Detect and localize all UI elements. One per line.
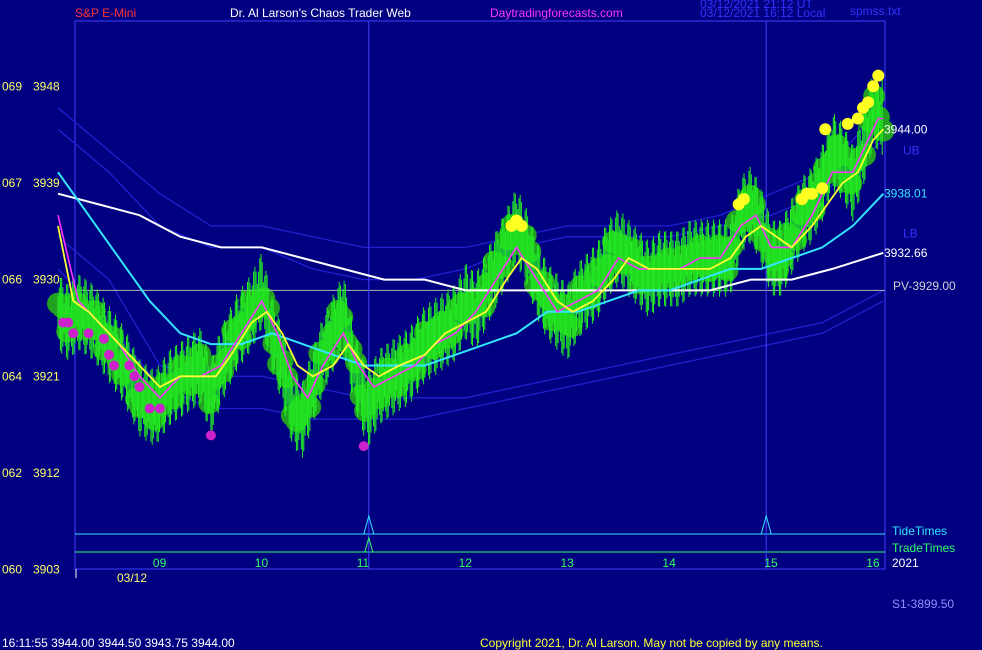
buy-dot — [819, 123, 832, 136]
pivot-label: PV-3929.00 — [893, 279, 956, 293]
file-label: spmss.txt — [850, 4, 901, 18]
y-tick-price: 3939 — [33, 176, 60, 190]
x-tick-label: 09 — [153, 556, 167, 570]
right-value-label: 3938.01 — [884, 187, 928, 201]
buy-dot — [816, 182, 829, 195]
chaos-trader-chart: S&P E-Mini Dr. Al Larson's Chaos Trader … — [0, 0, 982, 650]
sell-dot — [63, 317, 74, 328]
buy-dot — [841, 117, 854, 130]
sell-dot — [134, 382, 145, 392]
buy-dot — [862, 96, 875, 109]
y-tick-left: 062 — [2, 466, 22, 480]
sell-dot — [205, 430, 216, 441]
sell-dot — [129, 371, 140, 382]
y-tick-price: 3921 — [33, 369, 60, 383]
symbol-label: S&P E-Mini — [75, 6, 136, 20]
right-value-label: LB — [903, 226, 918, 240]
y-tick-price: 3948 — [33, 79, 60, 93]
sell-dot — [83, 328, 94, 339]
s1-label: S1-3899.50 — [892, 597, 954, 611]
stamp-local: 03/12/2021 16:12 Local — [700, 6, 825, 20]
right-value-label: 3944.00 — [884, 122, 928, 136]
y-tick-left: 067 — [2, 176, 22, 190]
date-label: 03/12 — [117, 571, 147, 585]
trade-times-label: TradeTimes — [892, 541, 955, 555]
y-tick-price: 3903 — [33, 563, 60, 577]
y-tick-left: 069 — [2, 79, 22, 93]
tide-times-label: TideTimes — [892, 524, 947, 538]
buy-dot — [851, 112, 864, 125]
buy-dot — [806, 187, 819, 200]
y-tick-left: 064 — [2, 369, 22, 383]
x-tick-label: 15 — [764, 556, 778, 570]
copyright-line: Copyright 2021, Dr. Al Larson. May not b… — [480, 636, 823, 650]
buy-dot — [872, 69, 885, 82]
site-label: Daytradingforecasts.com — [490, 6, 623, 20]
x-tick-label: 14 — [662, 556, 676, 570]
y-tick-left: 066 — [2, 273, 22, 287]
x-tick-label: 13 — [561, 556, 575, 570]
chart-title: Dr. Al Larson's Chaos Trader Web — [230, 6, 411, 20]
sell-dot — [124, 360, 135, 371]
sell-dot — [104, 349, 114, 360]
buy-dot — [515, 219, 528, 232]
buy-dot — [867, 80, 880, 93]
year-label: 2021 — [892, 556, 919, 570]
sell-dot — [109, 360, 119, 371]
x-tick-label: 12 — [459, 556, 473, 570]
right-value-label: UB — [903, 144, 920, 158]
sell-dot — [358, 441, 369, 452]
sell-dot — [98, 333, 109, 344]
x-tick-label: 16 — [866, 556, 880, 570]
y-tick-price: 3930 — [33, 273, 60, 287]
right-value-label: 3932.66 — [884, 246, 928, 260]
sell-dot — [144, 403, 155, 414]
sell-dot — [154, 403, 165, 414]
x-tick-label: 11 — [357, 556, 370, 570]
y-tick-price: 3912 — [33, 466, 60, 480]
quote-line: 16:11:55 3944.00 3944.50 3943.75 3944.00 — [2, 636, 235, 650]
y-tick-left: 060 — [2, 563, 22, 577]
sell-dot — [68, 328, 79, 339]
x-tick-label: 10 — [255, 556, 269, 570]
buy-dot — [737, 193, 750, 206]
